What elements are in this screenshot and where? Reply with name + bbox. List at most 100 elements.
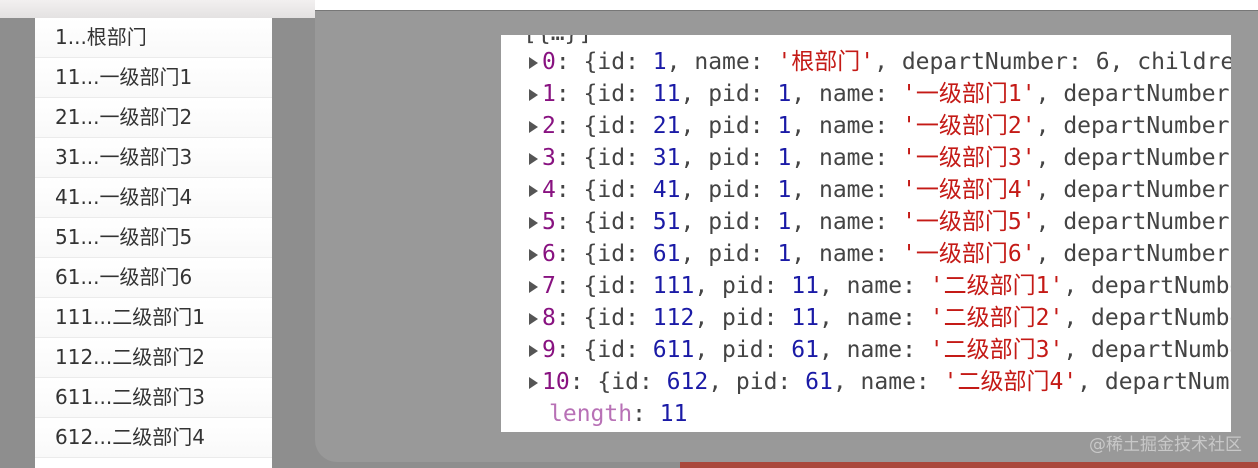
punct: : {id: [555,209,653,235]
punct: : {id: [555,273,653,299]
pid-value: 61 [805,369,833,395]
length-value: 11 [659,401,688,427]
row-index: 2 [542,113,556,139]
length-key: length [549,401,633,427]
list-item[interactable]: 612...二级部门4 [35,418,272,458]
expand-triangle-icon[interactable] [529,216,538,229]
id-value: 51 [652,209,681,235]
console-row[interactable]: 0: {id: 1, name: '根部门', departNumber: 6,… [501,46,1231,78]
rest-text: , departNumber [1063,305,1231,331]
row-index: 4 [542,177,556,203]
expand-triangle-icon[interactable] [529,152,538,165]
rest-text: , departNumber [1063,337,1231,363]
row-index: 1 [542,81,556,107]
punct: , name: [791,241,903,267]
punct: , pid: [680,81,778,107]
expand-triangle-icon[interactable] [529,376,538,389]
list-item[interactable]: 111...二级部门1 [35,298,272,338]
expand-triangle-icon[interactable] [529,88,538,101]
name-value: '一级部门1' [902,81,1036,107]
punct: , pid: [694,273,792,299]
list-item[interactable]: 31...一级部门3 [35,138,272,178]
id-value: 612 [666,369,709,395]
id-value: 41 [652,177,681,203]
list-item[interactable]: 112...二级部门2 [35,338,272,378]
row-index: 10 [542,369,570,395]
punct: : {id: [555,305,653,331]
name-value: '一级部门6' [902,241,1036,267]
punct: : {id: [555,337,653,363]
punct: , name: [818,273,930,299]
pid-value: 61 [791,337,819,363]
list-item[interactable]: 21...一级部门2 [35,98,272,138]
console-row[interactable]: 5: {id: 51, pid: 1, name: '一级部门5', depar… [501,206,1230,238]
punct: : {id: [555,49,653,75]
punct: , name: [791,145,903,171]
list-item[interactable]: 61...一级部门6 [35,258,272,298]
list-item[interactable]: 11...一级部门1 [35,58,272,98]
expand-triangle-icon[interactable] [529,248,538,261]
list-item[interactable]: 51...一级部门5 [35,218,272,258]
console-row[interactable]: 3: {id: 31, pid: 1, name: '一级部门3', depar… [501,142,1230,174]
punct: : {id: [555,113,653,139]
rest-text: , departNumber [1063,273,1231,299]
console-row[interactable]: 4: {id: 41, pid: 1, name: '一级部门4', depar… [501,174,1230,206]
punct: , pid: [680,241,778,267]
punct: : {id: [555,81,653,107]
id-value: 111 [652,273,695,299]
name-value: '根部门' [777,49,875,75]
id-value: 1 [652,49,667,75]
punct: , name: [791,209,903,235]
console-row[interactable]: 2: {id: 21, pid: 1, name: '一级部门2', depar… [501,110,1230,142]
console-row[interactable]: 6: {id: 61, pid: 1, name: '一级部门6', depar… [501,238,1230,270]
list-item[interactable]: 41...一级部门4 [35,178,272,218]
row-index: 8 [542,305,556,331]
punct: : {id: [555,145,653,171]
id-value: 112 [652,305,695,331]
pid-value: 1 [777,81,792,107]
watermark: @稀土掘金技术社区 [1089,435,1242,455]
panel-header [315,0,1258,11]
punct: , pid: [680,177,778,203]
punct: , pid: [680,209,778,235]
expand-triangle-icon[interactable] [529,312,538,325]
punct: , name: [791,81,903,107]
pid-value: 1 [777,145,792,171]
expand-triangle-icon[interactable] [529,184,538,197]
punct: , pid: [680,145,778,171]
expand-triangle-icon[interactable] [529,344,538,357]
top-strip [0,0,315,18]
row-index: 6 [542,241,556,267]
punct: , name: [791,177,903,203]
pid-value: 11 [791,305,819,331]
rest-text: , departNumber [1035,113,1230,139]
row-index: 7 [542,273,556,299]
rest-text: , departNumber [1077,369,1231,395]
expand-triangle-icon[interactable] [529,280,538,293]
devtools-panel: [{…}] 0: {id: 1, name: '根部门', departNumb… [315,0,1258,462]
pid-value: 1 [777,177,792,203]
id-value: 31 [652,145,681,171]
name-value: '二级部门3' [929,337,1064,363]
console-row[interactable]: 10: {id: 612, pid: 61, name: '二级部门4', de… [501,366,1231,398]
pid-value: 1 [777,113,792,139]
list-item[interactable]: 1...根部门 [35,18,272,58]
name-value: '二级部门1' [929,273,1064,299]
pid-value: 11 [791,273,819,299]
name-value: '一级部门5' [902,209,1036,235]
expand-triangle-icon[interactable] [529,56,538,69]
console-row[interactable]: 8: {id: 112, pid: 11, name: '二级部门2', dep… [501,302,1231,334]
department-list: 1...根部门 11...一级部门1 21...一级部门2 31...一级部门3 41.… [35,18,272,468]
row-index: 9 [542,337,556,363]
punct: , pid: [694,305,792,331]
id-value: 61 [652,241,681,267]
name-value: '一级部门2' [902,113,1036,139]
name-value: '二级部门4' [943,369,1078,395]
console-row[interactable]: 9: {id: 611, pid: 61, name: '二级部门3', dep… [501,334,1231,366]
console-row[interactable]: 7: {id: 111, pid: 11, name: '二级部门1', dep… [501,270,1231,302]
expand-triangle-icon[interactable] [529,120,538,133]
rest-text: , departNumber [1035,81,1230,107]
id-value: 611 [652,337,695,363]
list-item[interactable]: 611...二级部门3 [35,378,272,418]
console-row[interactable]: 1: {id: 11, pid: 1, name: '一级部门1', depar… [501,78,1230,110]
